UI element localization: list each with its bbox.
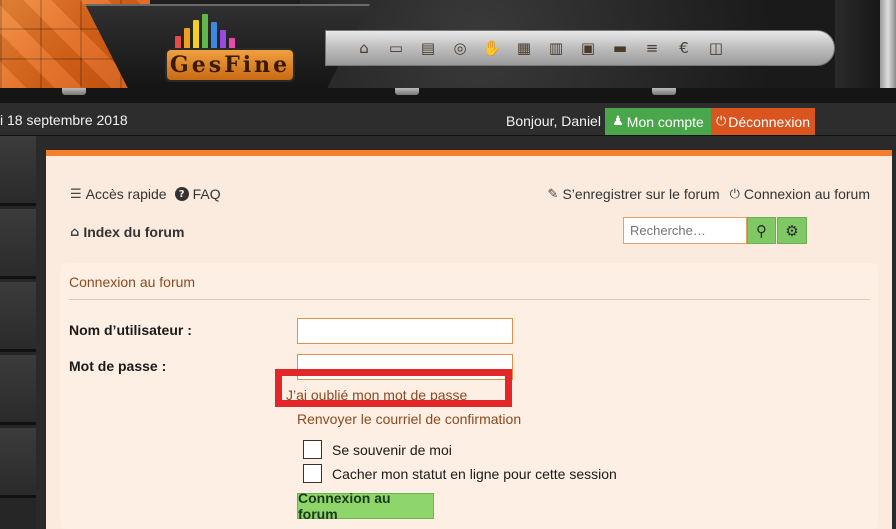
- banner-knob: [652, 88, 676, 95]
- greeting-text: Bonjour, Daniel: [506, 113, 601, 129]
- hide-status-checkbox[interactable]: [303, 464, 322, 483]
- banknote-icon[interactable]: ▭: [384, 37, 408, 59]
- quick-access-label: Accès rapide: [85, 186, 167, 202]
- username-field[interactable]: [297, 318, 513, 344]
- cash-register-icon[interactable]: ▤: [416, 37, 440, 59]
- side-menu-item[interactable]: [0, 282, 36, 352]
- side-menu-item[interactable]: [0, 136, 36, 206]
- advanced-search-button[interactable]: ⚙: [777, 217, 807, 244]
- card-hand-icon[interactable]: ▬: [608, 37, 632, 59]
- banner-right-edge: [835, 0, 896, 100]
- side-menu-item[interactable]: [0, 209, 36, 279]
- gear-icon: ⚙: [785, 221, 799, 240]
- logout-label: Déconnexion: [728, 113, 811, 130]
- power-icon: ⏻: [729, 186, 740, 202]
- category-icon-rail: ⌂ ▭ ▤ ◎ ✋ ▦ ▥ ▣ ▬ ≡ € ◫: [325, 30, 835, 66]
- side-menu: [0, 136, 36, 529]
- forum-panel: ☰ Accès rapide ? FAQ ✎ S’enregistrer sur…: [46, 150, 892, 529]
- home-icon: ⌂: [70, 224, 80, 240]
- hamburger-icon: ☰: [70, 186, 82, 202]
- breadcrumb[interactable]: ⌂ Index du forum: [70, 224, 184, 240]
- banner-knob: [62, 88, 86, 95]
- faq-label: FAQ: [192, 186, 221, 202]
- login-label: Connexion au forum: [743, 186, 870, 202]
- username-label: Nom d’utilisateur :: [69, 322, 192, 338]
- hand-coin-icon[interactable]: ✋: [480, 37, 504, 59]
- my-account-label: Mon compte: [626, 113, 704, 130]
- breadcrumb-forum-index: Index du forum: [83, 224, 185, 240]
- site-logo[interactable]: GesFine: [165, 48, 295, 82]
- faq-link[interactable]: ? FAQ: [174, 186, 221, 202]
- coin-stack-icon[interactable]: ≡: [640, 37, 664, 59]
- login-link[interactable]: ⏻ Connexion au forum: [730, 186, 870, 202]
- hide-status-option[interactable]: Cacher mon statut en ligne pour cette se…: [303, 464, 617, 483]
- remember-me-checkbox[interactable]: [303, 440, 322, 459]
- quick-access-link[interactable]: ☰ Accès rapide: [70, 186, 167, 202]
- euro-icon[interactable]: €: [672, 37, 696, 59]
- search-icon: ⚲: [756, 221, 767, 240]
- password-label: Mot de passe :: [69, 358, 167, 374]
- login-form-title: Connexion au forum: [69, 274, 196, 290]
- divider: [69, 299, 870, 300]
- logout-button[interactable]: ⏻ Déconnexion: [711, 108, 815, 135]
- side-menu-item[interactable]: [0, 428, 36, 498]
- remember-me-label: Se souvenir de moi: [332, 441, 452, 458]
- highlight-box: [275, 369, 512, 407]
- chart-bars-icon[interactable]: ▥: [544, 37, 568, 59]
- resend-confirmation-link[interactable]: Renvoyer le courriel de confirmation: [297, 411, 521, 427]
- banner-bottom-strip: [0, 88, 896, 103]
- side-menu-item[interactable]: [0, 355, 36, 425]
- remember-me-option[interactable]: Se souvenir de moi: [303, 440, 452, 459]
- login-submit-button[interactable]: Connexion au forum: [297, 490, 434, 522]
- power-icon: ⏻: [715, 114, 727, 129]
- wallet-icon[interactable]: ◫: [704, 37, 728, 59]
- current-date: i 18 septembre 2018: [0, 112, 128, 128]
- safe-icon[interactable]: ▣: [576, 37, 600, 59]
- user-icon: ♟: [612, 114, 624, 129]
- gold-bars-icon[interactable]: ▦: [512, 37, 536, 59]
- site-banner: GesFine ⌂ ▭ ▤ ◎ ✋ ▦ ▥ ▣ ▬ ≡ € ◫: [0, 0, 896, 103]
- login-form: Connexion au forum Nom d’utilisateur : M…: [60, 263, 878, 529]
- hide-status-label: Cacher mon statut en ligne pour cette se…: [332, 465, 617, 482]
- banner-knob: [395, 88, 419, 95]
- user-nav: ✎ S’enregistrer sur le forum ⏻ Connexion…: [548, 186, 870, 202]
- search-input[interactable]: [623, 217, 747, 244]
- status-bar: i 18 septembre 2018 Bonjour, Daniel ♟ Mo…: [0, 103, 896, 136]
- quick-nav: ☰ Accès rapide ? FAQ: [70, 186, 221, 202]
- register-link[interactable]: ✎ S’enregistrer sur le forum: [548, 186, 720, 202]
- search-button[interactable]: ⚲: [747, 217, 776, 244]
- bank-icon[interactable]: ⌂: [352, 37, 376, 59]
- question-icon: ?: [174, 187, 189, 201]
- edit-icon: ✎: [547, 186, 559, 202]
- register-label: S’enregistrer sur le forum: [562, 186, 720, 202]
- my-account-button[interactable]: ♟ Mon compte: [605, 108, 711, 135]
- coin-icon[interactable]: ◎: [448, 37, 472, 59]
